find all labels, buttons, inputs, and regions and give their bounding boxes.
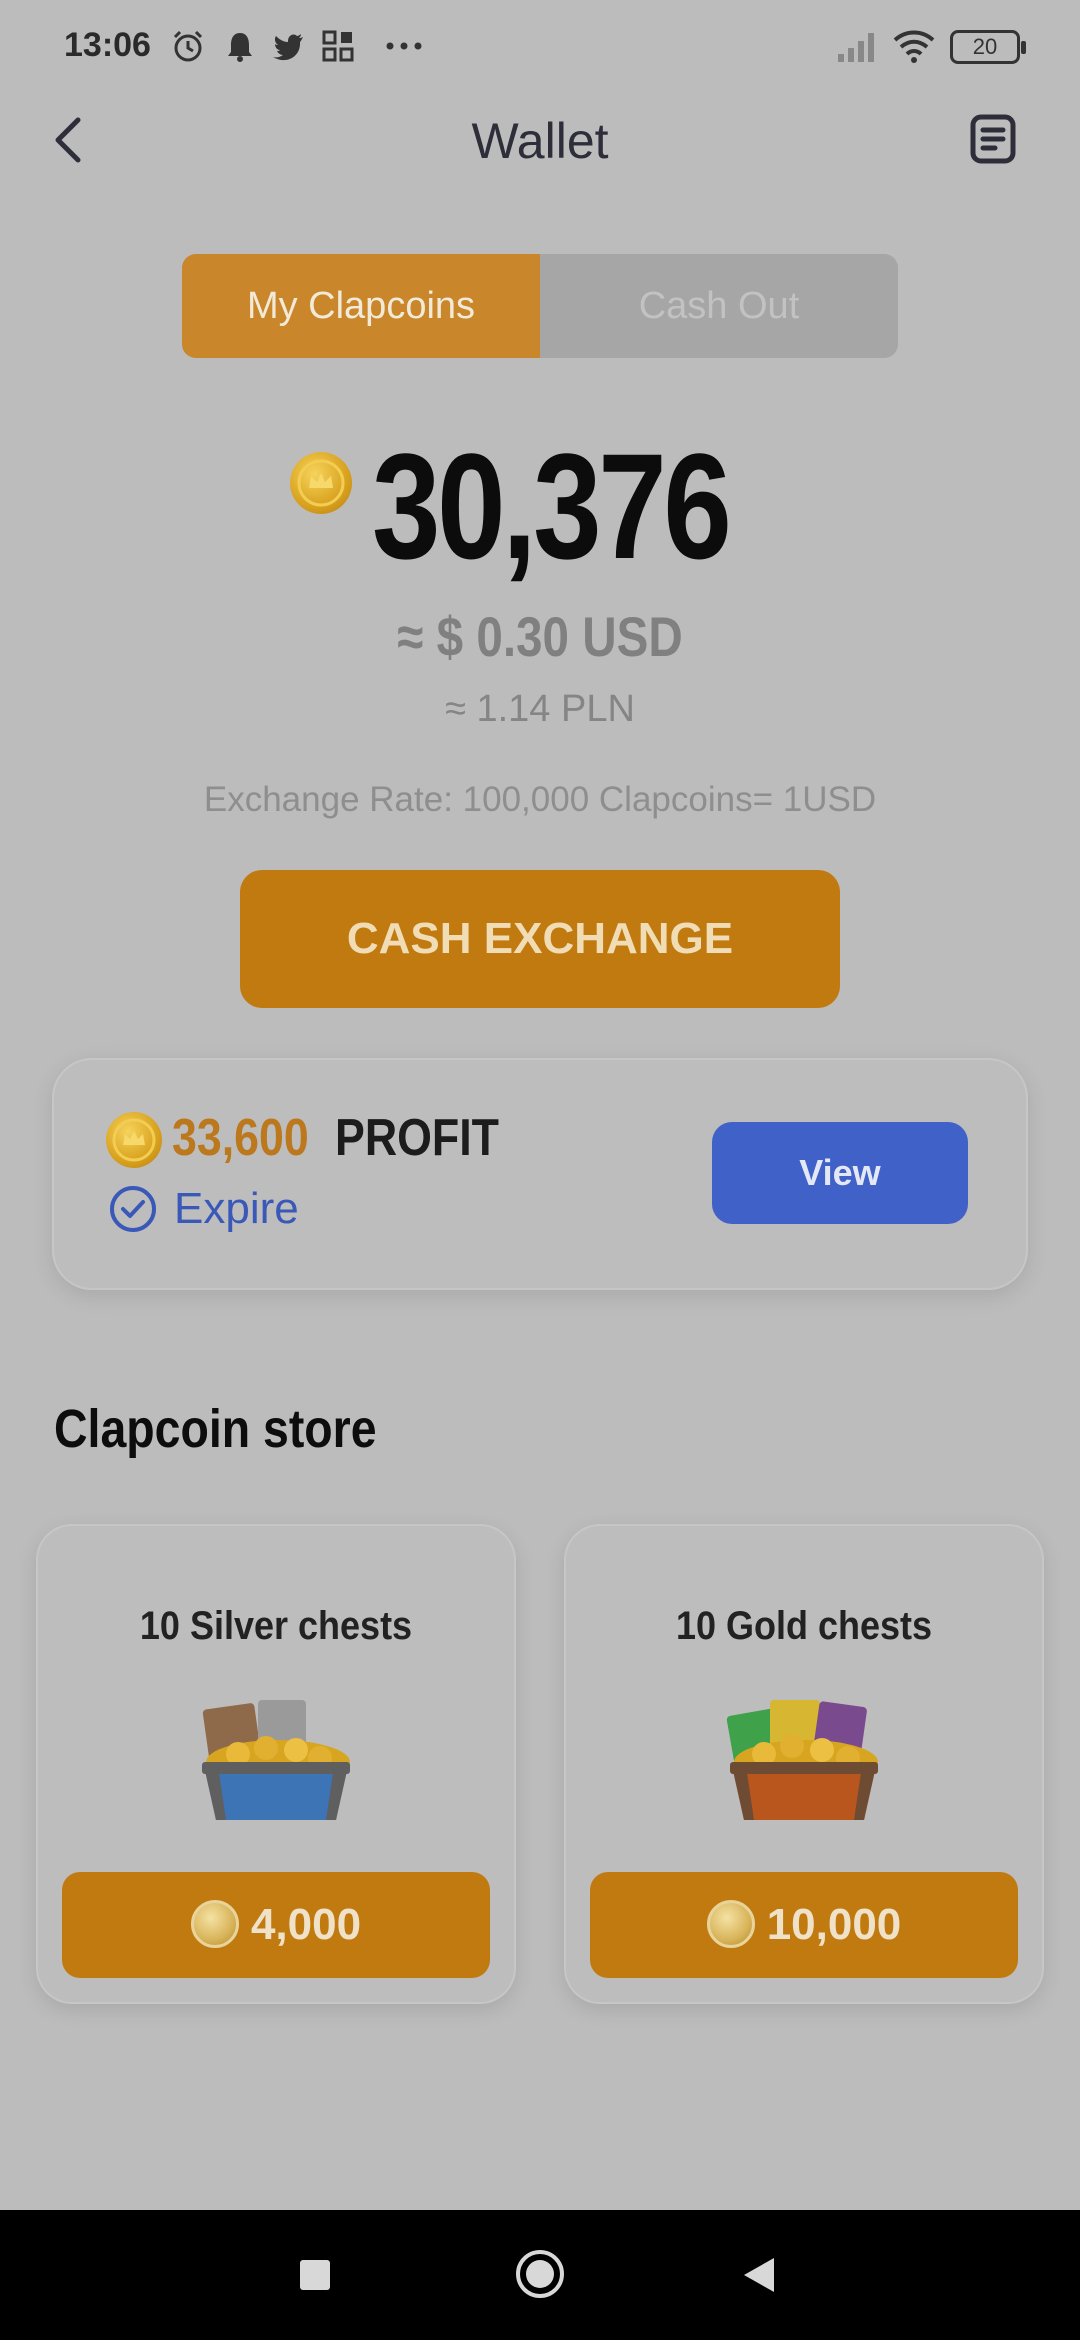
view-profit-button[interactable]: View [712,1122,968,1224]
page-title: Wallet [471,113,609,169]
wifi-icon [893,30,935,63]
price-value: 10,000 [766,1900,902,1949]
recent-apps-button[interactable] [290,2250,340,2300]
battery-icon: 20 [950,30,1026,64]
pln-equivalent: ≈ 1.14 PLN [445,688,635,730]
clapcoin-icon [106,1112,162,1168]
store-title: Clapcoin store [54,1399,377,1459]
exchange-rate-text: Exchange Rate: 100,000 Clapcoins= 1USD [203,780,877,819]
store-item-title: 10 Gold chests [675,1604,933,1648]
clapcoin-balance: 30,376 [372,422,732,590]
tab-my-clapcoins[interactable]: My Clapcoins [182,254,540,358]
transaction-history-button[interactable] [968,112,1020,168]
home-button[interactable] [512,2246,568,2302]
clapcoin-icon [190,1900,239,1949]
status-time: 13:06 [64,26,151,64]
silver-chest-icon [202,1700,350,1820]
more-icon [386,42,422,50]
expire-label: Expire [174,1184,299,1233]
check-circle-icon [110,1186,156,1232]
clapcoin-icon [706,1900,755,1949]
app-grid-icon [322,30,354,62]
status-bar: 13:06 20 [0,0,1080,100]
clapcoin-icon [290,452,352,514]
store-item-gold-chests[interactable]: 10 Gold chests 10,000 [564,1524,1044,2004]
wallet-tabs: My Clapcoins Cash Out [182,254,898,358]
store-item-silver-chests[interactable]: 10 Silver chests 4,000 [36,1524,516,2004]
usd-equivalent: ≈ $ 0.30 USD [397,605,683,668]
profit-amount: 33,600 [172,1109,309,1167]
twitter-icon [273,34,303,61]
tab-cash-out[interactable]: Cash Out [540,254,898,358]
gold-chest-icon [726,1700,878,1820]
buy-silver-chests-button[interactable]: 4,000 [62,1872,490,1978]
notification-bell-icon [228,33,252,62]
system-nav-bar [0,2210,1080,2340]
store-item-title: 10 Silver chests [139,1604,413,1648]
profit-label: PROFIT [335,1109,499,1167]
buy-gold-chests-button[interactable]: 10,000 [590,1872,1018,1978]
back-nav-button[interactable] [736,2250,786,2300]
alarm-icon [173,30,203,62]
cash-exchange-button[interactable]: CASH EXCHANGE [240,870,840,1008]
signal-icon [838,33,874,62]
price-value: 4,000 [250,1900,362,1949]
